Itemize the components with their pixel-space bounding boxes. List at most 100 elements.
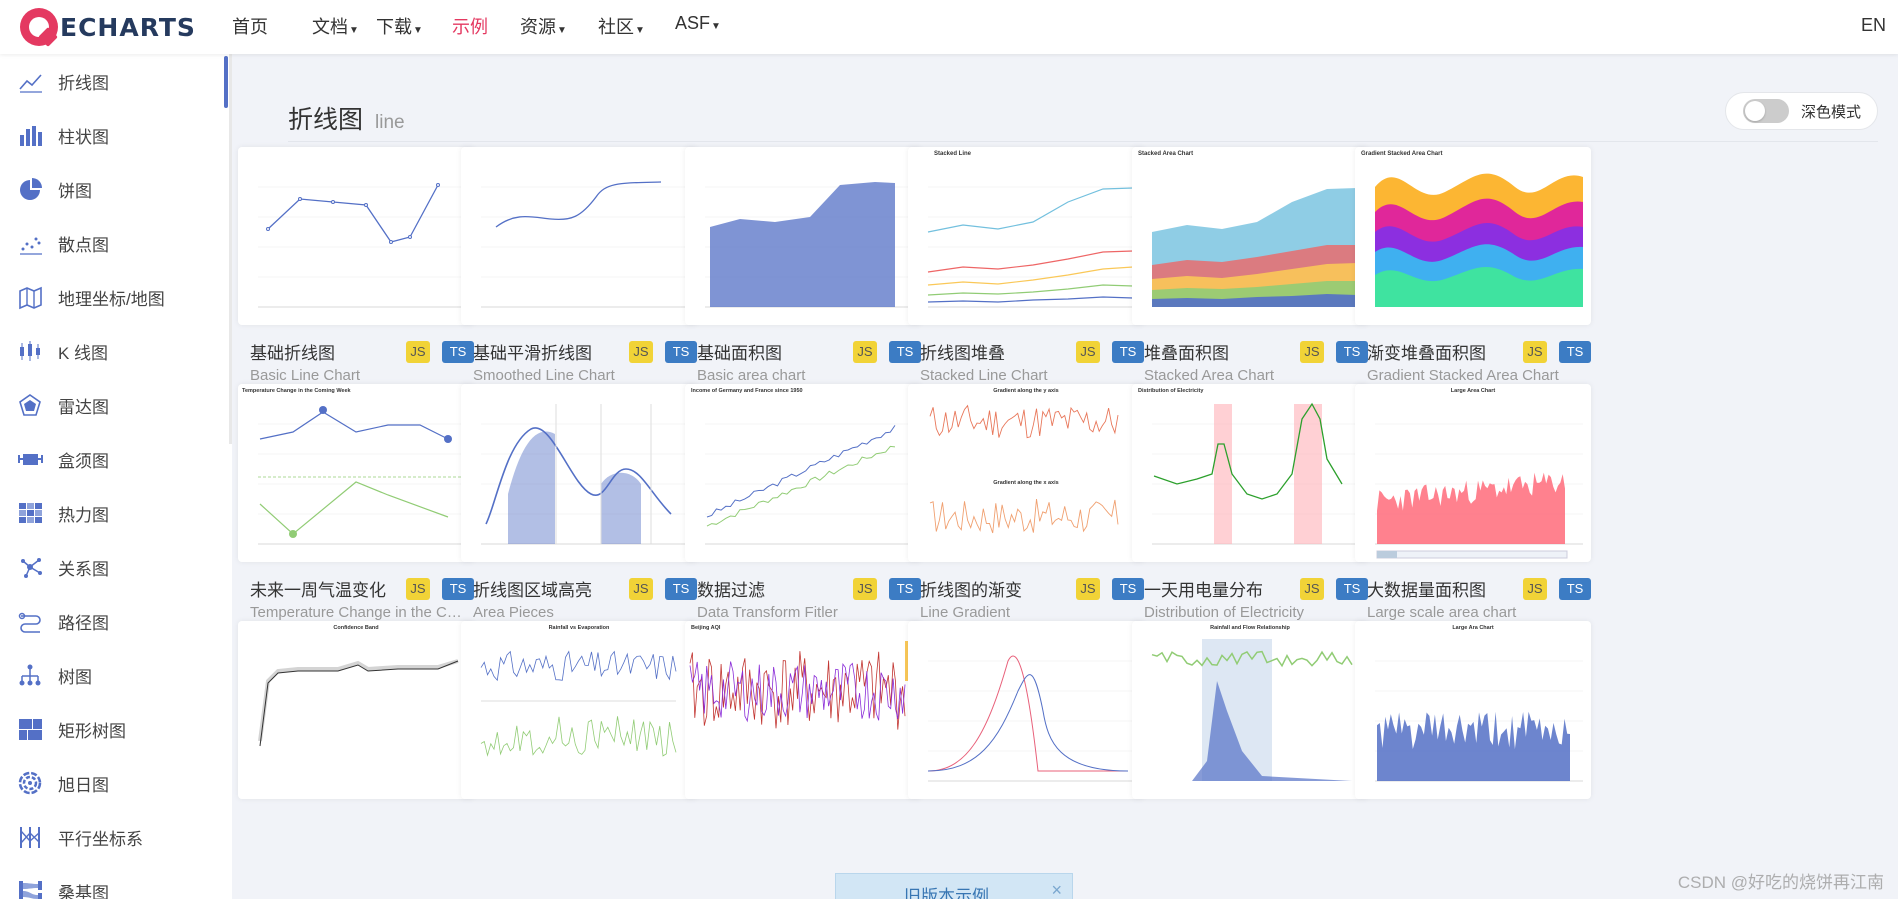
example-thumbnail[interactable]: Beijing AQI	[685, 621, 921, 799]
example-thumbnail[interactable]	[238, 147, 474, 325]
ts-badge[interactable]: TS	[665, 341, 697, 363]
ts-badge[interactable]: TS	[1112, 578, 1144, 600]
example-title[interactable]: 折线图区域高亮	[473, 576, 592, 601]
example-title[interactable]: 基础平滑折线图	[473, 339, 592, 364]
example-thumbnail[interactable]: Income of Germany and France since 1950	[685, 384, 921, 562]
example-card[interactable]: Large Area Chart 大数据量面积图 Large scale area …	[1355, 384, 1591, 621]
ts-badge[interactable]: TS	[889, 341, 921, 363]
ts-badge[interactable]: TS	[1336, 578, 1368, 600]
sidebar-item-11[interactable]: 树图	[0, 648, 232, 702]
close-icon[interactable]: ×	[1051, 880, 1062, 899]
js-badge[interactable]: JS	[629, 578, 653, 600]
ts-badge[interactable]: TS	[1559, 578, 1591, 600]
example-thumbnail[interactable]: Large Area Chart	[1355, 384, 1591, 562]
sidebar-item-10[interactable]: 路径图	[0, 594, 232, 648]
example-card[interactable]: Rainfall and Flow Relationship	[1132, 621, 1368, 799]
example-thumbnail[interactable]: Rainfall vs Evaporation	[461, 621, 697, 799]
ts-badge[interactable]: TS	[889, 578, 921, 600]
ts-badge[interactable]: TS	[1336, 341, 1368, 363]
example-card[interactable]: Income of Germany and France since 1950 数…	[685, 384, 921, 621]
sidebar-item-8[interactable]: 热力图	[0, 486, 232, 540]
nav-item-3[interactable]: 示例	[452, 13, 488, 39]
nav-item-5[interactable]: 社区▼	[598, 13, 645, 39]
js-badge[interactable]: JS	[1523, 341, 1547, 363]
example-card[interactable]: Rainfall vs Evaporation	[461, 621, 697, 799]
example-thumbnail[interactable]: Gradient along the y axis Gradient along …	[908, 384, 1144, 562]
ts-badge[interactable]: TS	[442, 578, 474, 600]
example-thumbnail[interactable]	[461, 147, 697, 325]
example-card[interactable]: Stacked Area Chart 堆叠面积图 Stacked Area Char…	[1132, 147, 1368, 384]
example-thumbnail[interactable]: Temperature Change in the Coming Week	[238, 384, 474, 562]
js-badge[interactable]: JS	[1523, 578, 1547, 600]
example-title[interactable]: 基础折线图	[250, 339, 335, 364]
sidebar-item-2[interactable]: 饼图	[0, 162, 232, 216]
example-card[interactable]: 基础面积图 Basic area chart JS TS	[685, 147, 921, 384]
example-thumbnail[interactable]: Distribution of Electricity	[1132, 384, 1368, 562]
example-title[interactable]: 数据过滤	[697, 576, 765, 601]
old-version-banner[interactable]: 旧版本示例 ×	[835, 873, 1073, 899]
sidebar-item-5[interactable]: K 线图	[0, 324, 232, 378]
sidebar-item-0[interactable]: 折线图	[0, 54, 232, 108]
js-badge[interactable]: JS	[1076, 578, 1100, 600]
ts-badge[interactable]: TS	[1112, 341, 1144, 363]
toggle-switch-icon[interactable]	[1743, 99, 1789, 123]
example-title[interactable]: 堆叠面积图	[1144, 339, 1229, 364]
sidebar-item-14[interactable]: 平行坐标系	[0, 810, 232, 864]
example-card[interactable]: Stacked Line 折线图堆叠 Stacked Line Chart JS TS	[908, 147, 1144, 384]
js-badge[interactable]: JS	[853, 578, 877, 600]
example-thumbnail[interactable]: Stacked Area Chart	[1132, 147, 1368, 325]
example-card[interactable]: 基础折线图 Basic Line Chart JS TS	[238, 147, 474, 384]
js-badge[interactable]: JS	[406, 341, 430, 363]
example-thumbnail[interactable]: Rainfall and Flow Relationship	[1132, 621, 1368, 799]
example-thumbnail[interactable]: Confidence Band	[238, 621, 474, 799]
ts-badge[interactable]: TS	[1559, 341, 1591, 363]
sidebar-item-4[interactable]: 地理坐标/地图	[0, 270, 232, 324]
example-thumbnail[interactable]: Large Ara Chart	[1355, 621, 1591, 799]
nav-item-6[interactable]: ASF▼	[675, 13, 721, 34]
js-badge[interactable]: JS	[853, 341, 877, 363]
sidebar-scroll-track[interactable]	[229, 54, 232, 444]
example-thumbnail[interactable]: Stacked Line	[908, 147, 1144, 325]
nav-item-4[interactable]: 资源▼	[520, 13, 567, 39]
example-title[interactable]: 一天用电量分布	[1144, 576, 1263, 601]
example-card[interactable]: Distribution of Electricity 一天用电量分布 Distri…	[1132, 384, 1368, 621]
example-card[interactable]	[908, 621, 1144, 799]
js-badge[interactable]: JS	[1076, 341, 1100, 363]
js-badge[interactable]: JS	[1300, 578, 1324, 600]
example-card[interactable]: Confidence Band	[238, 621, 474, 799]
nav-item-0[interactable]: 首页	[232, 13, 268, 39]
js-badge[interactable]: JS	[406, 578, 430, 600]
example-card[interactable]: Gradient Stacked Area Chart 渐变堆叠面积图 Gradie…	[1355, 147, 1591, 384]
js-badge[interactable]: JS	[1300, 341, 1324, 363]
example-card[interactable]: 基础平滑折线图 Smoothed Line Chart JS TS	[461, 147, 697, 384]
ts-badge[interactable]: TS	[665, 578, 697, 600]
sidebar-item-15[interactable]: 桑基图	[0, 864, 232, 899]
example-title[interactable]: 大数据量面积图	[1367, 576, 1486, 601]
example-title[interactable]: 折线图的渐变	[920, 576, 1022, 601]
sidebar-item-12[interactable]: 矩形树图	[0, 702, 232, 756]
ts-badge[interactable]: TS	[442, 341, 474, 363]
sidebar-item-6[interactable]: 雷达图	[0, 378, 232, 432]
sidebar-item-13[interactable]: 旭日图	[0, 756, 232, 810]
sidebar-item-1[interactable]: 柱状图	[0, 108, 232, 162]
language-switch[interactable]: EN	[1861, 15, 1886, 36]
js-badge[interactable]: JS	[629, 341, 653, 363]
example-thumbnail[interactable]: Gradient Stacked Area Chart	[1355, 147, 1591, 325]
sidebar-item-3[interactable]: 散点图	[0, 216, 232, 270]
example-title[interactable]: 基础面积图	[697, 339, 782, 364]
example-title[interactable]: 折线图堆叠	[920, 339, 1005, 364]
nav-item-1[interactable]: 文档▼	[312, 13, 359, 39]
nav-item-2[interactable]: 下载▼	[376, 13, 423, 39]
sidebar-item-9[interactable]: 关系图	[0, 540, 232, 594]
sidebar-item-7[interactable]: 盒须图	[0, 432, 232, 486]
example-title[interactable]: 渐变堆叠面积图	[1367, 339, 1486, 364]
example-card[interactable]: Large Ara Chart	[1355, 621, 1591, 799]
echarts-logo[interactable]: ECHARTS	[20, 8, 220, 46]
example-card[interactable]: Gradient along the y axis Gradient along …	[908, 384, 1144, 621]
example-title[interactable]: 未来一周气温变化	[250, 576, 386, 601]
example-thumbnail[interactable]	[461, 384, 697, 562]
example-thumbnail[interactable]	[685, 147, 921, 325]
example-card[interactable]: 折线图区域高亮 Area Pieces JS TS	[461, 384, 697, 621]
dark-mode-toggle[interactable]: 深色模式	[1725, 92, 1878, 130]
example-card[interactable]: Temperature Change in the Coming Week 未来一…	[238, 384, 474, 621]
